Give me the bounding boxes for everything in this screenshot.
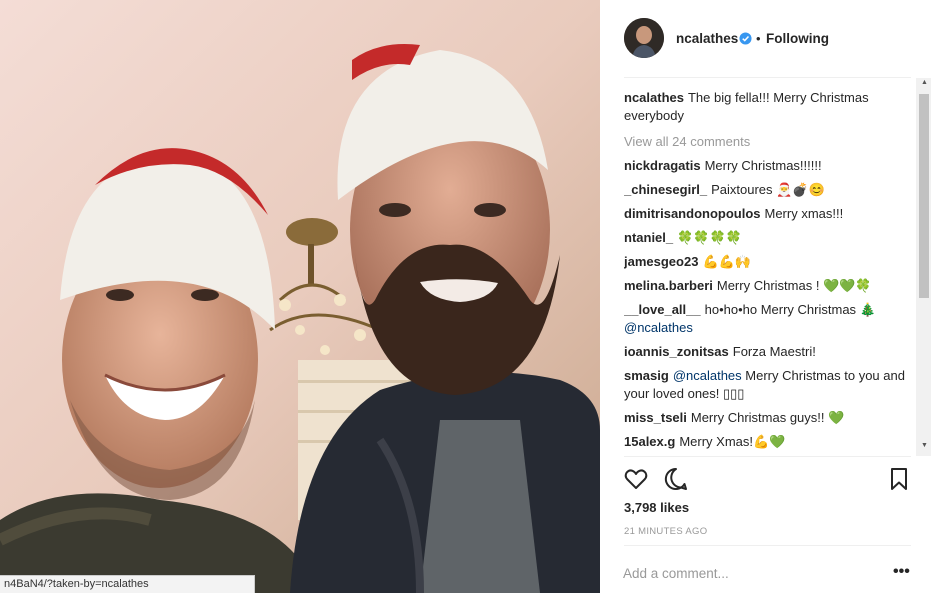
- comment-username[interactable]: __love_all__: [624, 302, 701, 317]
- avatar[interactable]: [624, 18, 664, 58]
- photo-illustration: [0, 0, 600, 593]
- browser-status-url: n4BaN4/?taken-by=ncalathes: [0, 575, 255, 593]
- comments-list[interactable]: ncalathes The big fella!!! Merry Christma…: [624, 89, 914, 453]
- more-options-button[interactable]: •••: [893, 563, 910, 581]
- actions-divider: [624, 456, 911, 457]
- comment-item: _chinesegirl_ Paixtoures 🎅💣😊: [624, 181, 914, 199]
- post-photo[interactable]: [0, 0, 600, 593]
- comment-username[interactable]: nickdragatis: [624, 158, 701, 173]
- comment-item: ioannis_zonitsas Forza Maestri!: [624, 343, 914, 361]
- comment-mention[interactable]: @ncalathes: [673, 368, 742, 383]
- heart-icon[interactable]: [623, 466, 649, 492]
- following-button[interactable]: Following: [766, 31, 829, 46]
- view-all-comments-link[interactable]: View all 24 comments: [624, 133, 914, 151]
- comment-item: nickdragatis Merry Christmas!!!!!!: [624, 157, 914, 175]
- post-timestamp[interactable]: 21 MINUTES AGO: [624, 526, 707, 537]
- comment-item: miss_tseli Merry Christmas guys!! 💚: [624, 409, 914, 427]
- comment-username[interactable]: ntaniel_: [624, 230, 673, 245]
- scrollbar-thumb[interactable]: [919, 94, 929, 298]
- comment-text: Forza Maestri!: [732, 344, 816, 359]
- likes-count[interactable]: 3,798 likes: [624, 500, 689, 515]
- comment-username[interactable]: ioannis_zonitsas: [624, 344, 729, 359]
- post-username[interactable]: ncalathes: [676, 31, 738, 46]
- comment-text: Paixtoures 🎅💣😊: [711, 182, 825, 197]
- caption-username[interactable]: ncalathes: [624, 90, 684, 105]
- comment-mention[interactable]: @ncalathes: [624, 320, 693, 335]
- comment-item: smasig @ncalathes Merry Christmas to you …: [624, 367, 914, 403]
- comment-text: Merry Christmas ! 💚💚🍀: [716, 278, 872, 293]
- comment-username[interactable]: smasig: [624, 368, 669, 383]
- comment-item: 15alex.g Merry Xmas!💪💚: [624, 433, 914, 451]
- add-comment-input[interactable]: [623, 562, 873, 584]
- comment-username[interactable]: melina.barberi: [624, 278, 713, 293]
- add-comment-divider: [624, 545, 911, 546]
- post-caption: ncalathes The big fella!!! Merry Christma…: [624, 89, 914, 125]
- post-header: ncalathes • Following: [600, 0, 931, 78]
- bookmark-icon[interactable]: [886, 466, 912, 492]
- comment-text: 💪💪🙌: [702, 254, 751, 269]
- comment-username[interactable]: 15alex.g: [624, 434, 675, 449]
- comment-text: Merry Christmas guys!! 💚: [690, 410, 845, 425]
- comment-item: jamesgeo23 💪💪🙌: [624, 253, 914, 271]
- scroll-down-arrow-icon[interactable]: ▼: [921, 442, 928, 449]
- comment-item: ntaniel_ 🍀🍀🍀🍀: [624, 229, 914, 247]
- comment-item: __love_all__ ho•ho•ho Merry Christmas 🎄 @n…: [624, 301, 914, 337]
- comment-text: Merry xmas!!!: [764, 206, 844, 221]
- comment-bubble-icon[interactable]: [663, 466, 689, 492]
- scroll-up-arrow-icon[interactable]: ▲: [921, 79, 928, 86]
- comment-text: ho•ho•ho Merry Christmas 🎄: [704, 302, 876, 317]
- comment-username[interactable]: dimitrisandonopoulos: [624, 206, 761, 221]
- avatar-image: [624, 18, 664, 58]
- comment-text: 🍀🍀🍀🍀: [677, 230, 742, 245]
- comment-text: Merry Xmas!💪💚: [679, 434, 786, 449]
- header-separator-dot: •: [756, 31, 761, 46]
- verified-badge-icon: [739, 32, 752, 45]
- comment-username[interactable]: jamesgeo23: [624, 254, 698, 269]
- comment-text: Merry Christmas!!!!!!: [704, 158, 822, 173]
- comment-username[interactable]: miss_tseli: [624, 410, 687, 425]
- comment-item: dimitrisandonopoulos Merry xmas!!!: [624, 205, 914, 223]
- comment-username[interactable]: _chinesegirl_: [624, 182, 707, 197]
- comment-item: melina.barberi Merry Christmas ! 💚💚🍀: [624, 277, 914, 295]
- header-divider: [624, 77, 911, 78]
